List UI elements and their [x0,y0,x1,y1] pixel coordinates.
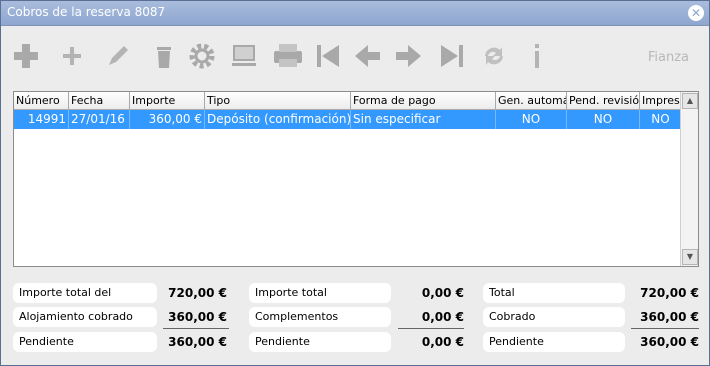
divider [631,328,699,329]
alojamiento-cobrado-label: Alojamiento cobrado [13,307,157,327]
payments-table: Número Fecha Importe Tipo Forma de pago … [13,91,699,267]
alojamiento-cobrado-value: 360,00 € [168,310,227,324]
monitor-icon [232,45,256,66]
settings-button[interactable] [185,37,221,77]
screen-button[interactable] [227,37,263,77]
next-icon [396,45,421,67]
print-button[interactable] [269,37,305,77]
prev-icon [355,45,380,67]
trash-icon [157,47,171,68]
close-icon[interactable]: ✕ [688,5,704,21]
divider [398,328,464,329]
total-label: Total [483,283,625,303]
last-record-button[interactable] [435,37,471,77]
printer-icon [274,44,302,67]
gear-icon [189,43,215,69]
complementos-cobrado-value: 0,00 € [421,310,464,324]
divider [163,328,229,329]
first-record-button[interactable] [311,37,347,77]
vertical-scrollbar[interactable]: ▲ ▼ [680,92,698,266]
refresh-icon [485,47,503,65]
window-title: Cobros de la reserva 8087 [7,5,166,19]
cobrado-value: 360,00 € [640,310,699,324]
column-header-gen-automat[interactable]: Gen. automát. [496,92,567,109]
next-record-button[interactable] [391,37,427,77]
column-header-tipo[interactable]: Tipo [205,92,351,109]
payments-window: Cobros de la reserva 8087 ✕ Fianza Númer… [0,0,710,366]
cell-fecha: 27/01/16 [69,110,130,129]
alojamiento-pendiente-value: 360,00 € [168,335,227,349]
column-header-forma-pago[interactable]: Forma de pago [351,92,496,109]
previous-record-button[interactable] [351,37,387,77]
column-header-numero[interactable]: Número [14,92,69,109]
alojamiento-pendiente-label: Pendiente [13,332,157,352]
cell-forma-pago: Sin especificar [351,110,496,129]
fianza-button[interactable]: Fianza [648,50,689,65]
alojamiento-total-label: Importe total del alojamiento [13,283,157,319]
cell-numero: 14991 [14,110,69,129]
column-header-pend-revision[interactable]: Pend. revisión [567,92,640,109]
alojamiento-total-value: 720,00 € [168,286,227,300]
total-value: 720,00 € [640,286,699,300]
edit-button[interactable] [101,37,137,77]
cell-importe: 360,00 € [130,110,205,129]
complementos-total-label: Importe total complementos [249,283,391,319]
last-icon [441,45,463,67]
complementos-pendiente-value: 0,00 € [421,335,464,349]
column-header-importe[interactable]: Importe [130,92,205,109]
table-header: Número Fecha Importe Tipo Forma de pago … [14,92,682,110]
plus-bold-icon [14,44,38,68]
delete-button[interactable] [147,37,183,77]
add-line-button[interactable] [55,37,91,77]
title-bar[interactable]: Cobros de la reserva 8087 ✕ [1,1,709,26]
cell-pend-revision: NO [567,110,640,129]
scroll-up-icon[interactable]: ▲ [682,93,698,109]
pencil-icon [109,46,128,65]
cobrado-label: Cobrado [483,307,625,327]
info-icon [535,44,539,68]
info-button[interactable] [521,37,557,77]
refresh-button[interactable] [477,37,513,77]
first-icon [317,45,339,67]
cell-tipo: Depósito (confirmación) [205,110,351,129]
complementos-total-value: 0,00 € [421,286,464,300]
cell-impreso: NO [640,110,682,129]
plus-icon [63,47,81,65]
pendiente-value: 360,00 € [640,335,699,349]
column-header-impreso[interactable]: Impreso [640,92,682,109]
complementos-pendiente-label: Pendiente [249,332,391,352]
column-header-fecha[interactable]: Fecha [69,92,130,109]
complementos-cobrado-label: Complementos cobrados [249,307,391,343]
table-row[interactable]: 14991 27/01/16 360,00 € Depósito (confir… [14,110,682,129]
pendiente-label: Pendiente [483,332,625,352]
cell-gen-automat: NO [496,110,567,129]
scroll-down-icon[interactable]: ▼ [682,249,698,265]
add-button[interactable] [9,37,45,77]
